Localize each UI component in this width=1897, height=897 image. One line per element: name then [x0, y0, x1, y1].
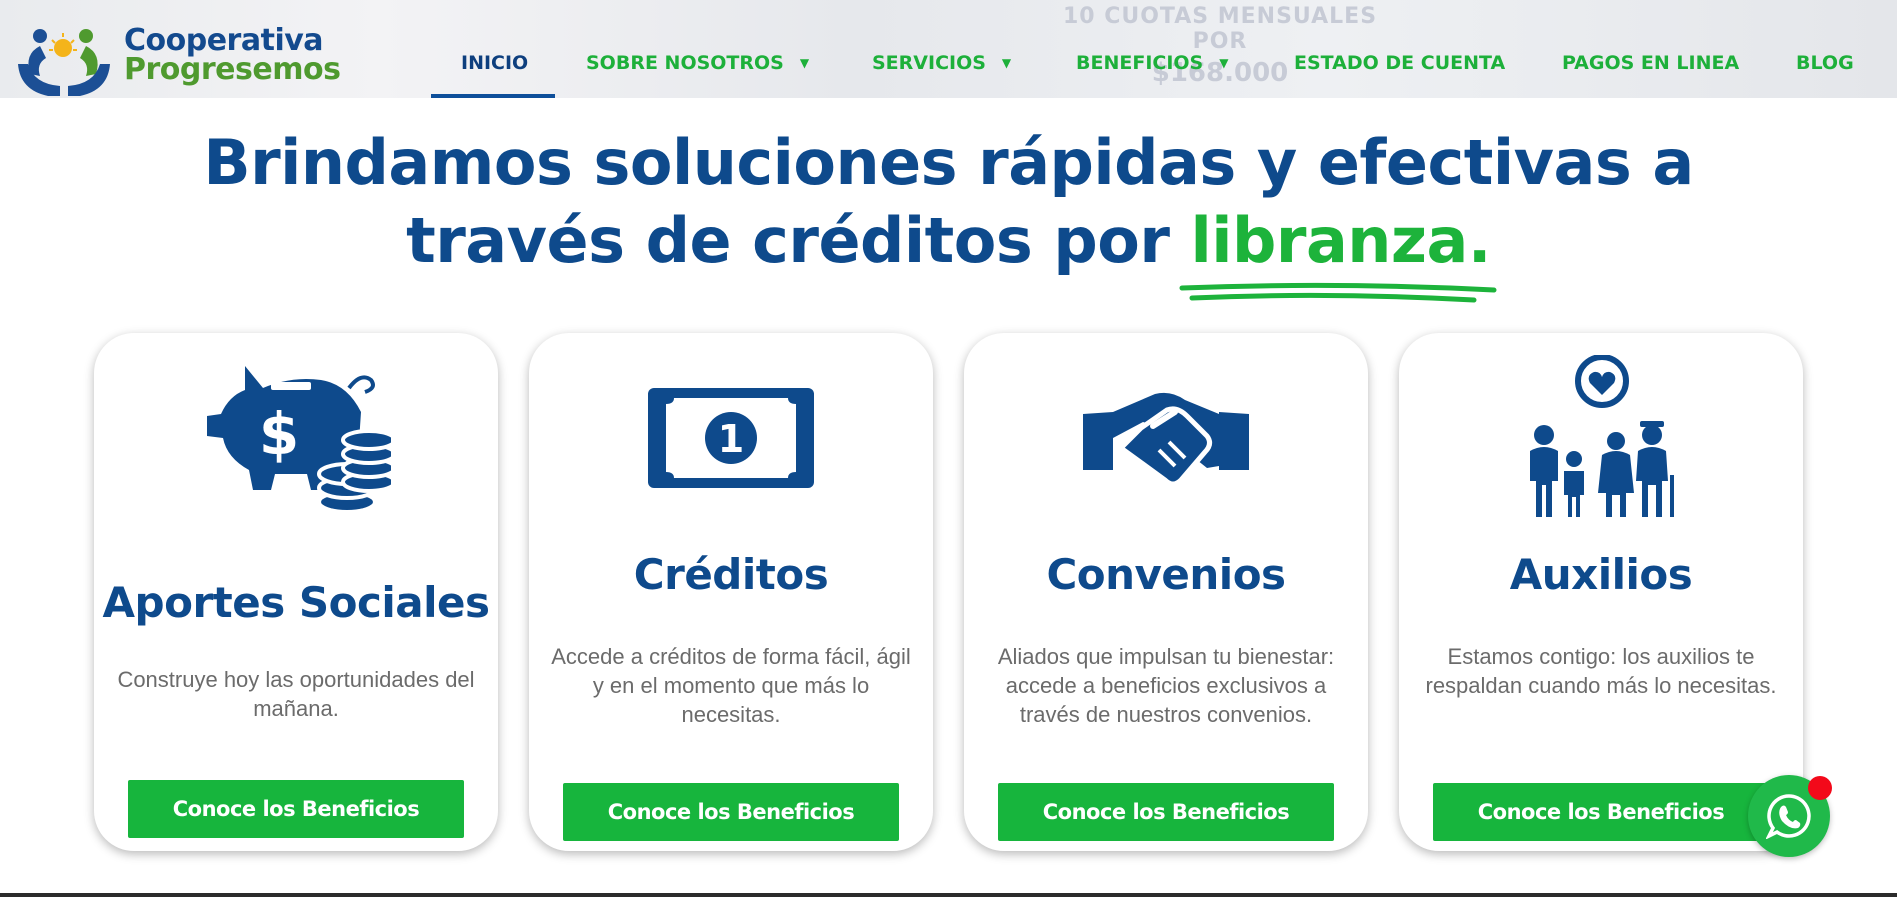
headline-line2-text: través de créditos por [406, 204, 1191, 277]
card-creditos: 1 Créditos Accede a créditos de forma fá… [529, 333, 933, 851]
card-title: Créditos [633, 550, 829, 599]
piggy-bank-icon: $ [207, 366, 391, 514]
notification-dot [1808, 776, 1832, 800]
nav-item-estado-de-cuenta[interactable]: ESTADO DE CUENTA [1294, 46, 1505, 86]
card-description: Aliados que impulsan tu bienestar: acced… [997, 644, 1335, 727]
nav-item-label: ESTADO DE CUENTA [1294, 52, 1506, 74]
nav-item-label: BENEFICIOS [1076, 52, 1204, 74]
nav-item-sobre-nosotros[interactable]: SOBRE NOSOTROS ▼ [586, 46, 809, 86]
card-description: Construye hoy las oportunidades del maña… [117, 667, 475, 721]
headline-line2: través de créditos por libranza. [0, 202, 1897, 303]
nav-item-servicios[interactable]: SERVICIOS ▼ [872, 46, 1011, 86]
card-icon-wrap [1399, 353, 1803, 523]
card-icon-wrap: 1 [529, 353, 933, 523]
nav-item-pagos-en-linea[interactable]: PAGOS EN LINEA [1562, 46, 1739, 86]
conoce-beneficios-button[interactable]: Conoce los Beneficios [563, 783, 899, 841]
svg-text:$: $ [259, 400, 299, 468]
nav-item-label: BLOG [1796, 52, 1854, 74]
handshake-icon [1083, 392, 1249, 487]
nav-item-label: PAGOS EN LINEA [1562, 52, 1740, 74]
card-description: Accede a créditos de forma fácil, ágil y… [551, 644, 911, 727]
svg-text:1: 1 [718, 417, 744, 461]
conoce-beneficios-button[interactable]: Conoce los Beneficios [1433, 783, 1769, 841]
conoce-beneficios-button[interactable]: Conoce los Beneficios [998, 783, 1334, 841]
card-icon-wrap: $ [94, 353, 498, 523]
nav-item-label: SOBRE NOSOTROS [586, 52, 784, 74]
chevron-down-icon: ▼ [1001, 56, 1012, 70]
card-convenios: Convenios Aliados que impulsan tu bienes… [964, 333, 1368, 851]
page-headline: Brindamos soluciones rápidas y efectivas… [0, 124, 1897, 303]
site-header: 10 CUOTAS MENSUALES POR $168.000 Coopera… [0, 0, 1897, 98]
headline-highlight-text: libranza. [1190, 204, 1491, 277]
whatsapp-icon [1766, 794, 1811, 839]
nav-item-blog[interactable]: BLOG [1796, 46, 1854, 86]
card-description: Estamos contigo: los auxilios te respald… [1425, 644, 1777, 698]
chevron-down-icon: ▼ [799, 56, 810, 70]
nav-active-underline [431, 94, 555, 98]
nav-item-label: SERVICIOS [872, 52, 986, 74]
conoce-beneficios-button[interactable]: Conoce los Beneficios [128, 780, 464, 838]
card-icon-wrap [964, 353, 1368, 523]
logo-icon [18, 29, 110, 96]
chevron-down-icon: ▼ [1219, 56, 1229, 70]
logo[interactable]: Cooperativa Progresemos [14, 22, 344, 98]
underline-swoosh-icon [1179, 282, 1497, 303]
card-auxilios: Auxilios Estamos contigo: los auxilios t… [1399, 333, 1803, 851]
banknote-icon: 1 [648, 388, 814, 488]
card-title: Aportes Sociales [102, 578, 490, 627]
card-aportes-sociales: $ Aportes Sociales Construye hoy las opo… [94, 333, 498, 851]
nav-item-label: INICIO [461, 52, 529, 74]
card-title: Convenios [1046, 550, 1286, 599]
logo-text-line2: Progresemos [124, 52, 341, 87]
card-title: Auxilios [1509, 550, 1693, 599]
nav-item-inicio[interactable]: INICIO [461, 46, 528, 86]
page-bottom-divider [0, 893, 1897, 897]
nav-item-beneficios[interactable]: BENEFICIOS ▼ [1076, 46, 1228, 86]
headline-line1: Brindamos soluciones rápidas y efectivas… [203, 126, 1694, 199]
family-heart-icon [1530, 355, 1674, 517]
headline-highlight: libranza. [1179, 202, 1497, 303]
